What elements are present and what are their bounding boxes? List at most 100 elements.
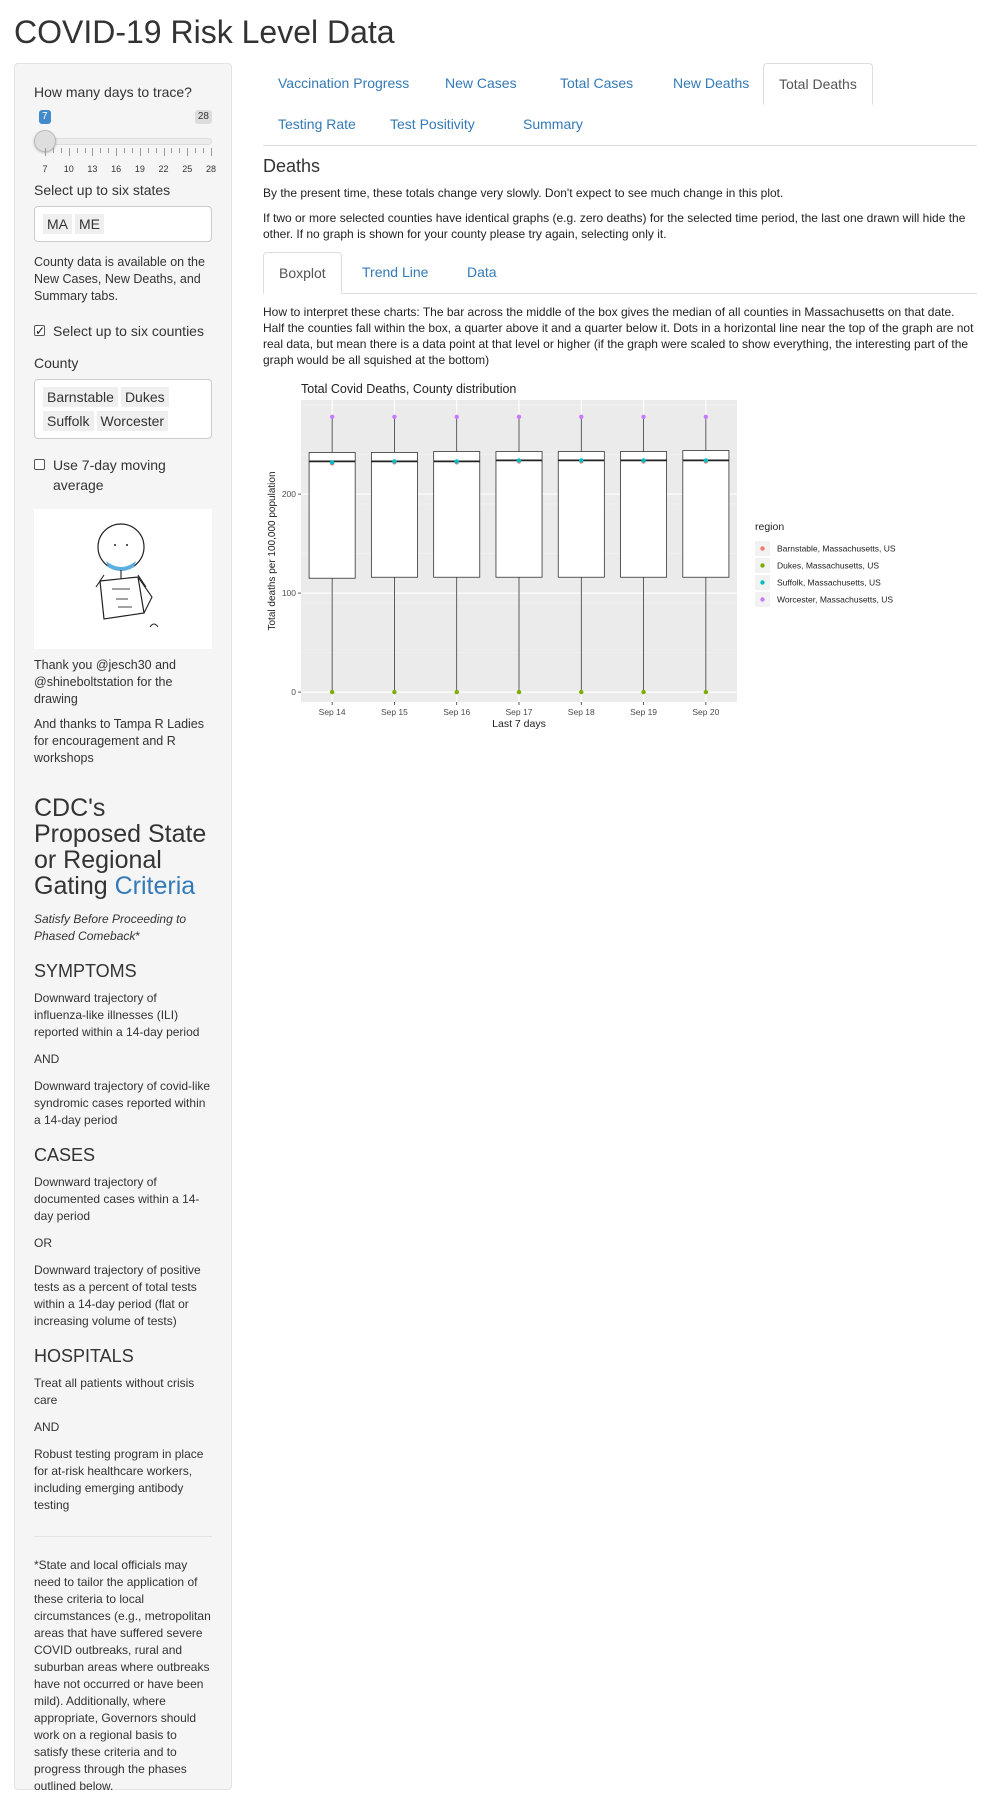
slider-tick-labels: 7 10 13 16 19 22 25 28 xyxy=(34,164,216,176)
slider-min-badge: 7 xyxy=(39,110,51,124)
state-chip[interactable]: ME xyxy=(75,214,104,234)
box xyxy=(620,451,668,578)
slider-tick xyxy=(76,148,78,153)
slider-tick-label: 25 xyxy=(182,164,193,174)
tab-new-deaths[interactable]: New Deaths xyxy=(658,63,764,103)
page-title: COVID-19 Risk Level Data xyxy=(14,14,395,50)
footnote: *State and local officials may need to t… xyxy=(34,1558,211,1793)
cases-criterion-2: Downward trajectory of positive tests as… xyxy=(34,1263,201,1328)
hospitals-criterion-2: Robust testing program in place for at-r… xyxy=(34,1447,204,1512)
data-point xyxy=(579,689,584,695)
legend-label: Worcester, Massachusetts, US xyxy=(777,595,893,605)
box xyxy=(308,452,356,579)
tab-total-cases[interactable]: Total Cases xyxy=(545,63,648,103)
data-point xyxy=(641,458,646,463)
box xyxy=(682,450,730,578)
tab-summary[interactable]: Summary xyxy=(508,104,598,144)
box xyxy=(370,452,418,578)
slider-tick-label: 16 xyxy=(111,164,122,174)
y-tick-label: 200 xyxy=(282,489,296,499)
slider-tick xyxy=(52,148,54,153)
tab-test-positivity[interactable]: Test Positivity xyxy=(375,104,490,144)
slider-tick xyxy=(131,148,133,153)
county-chip[interactable]: Suffolk xyxy=(43,411,94,431)
or-text: OR xyxy=(34,1236,52,1250)
slider-tick xyxy=(84,148,86,153)
tab-total-deaths[interactable]: Total Deaths xyxy=(763,63,873,105)
symptoms-heading: SYMPTOMS xyxy=(34,961,137,981)
cdc-subtitle-star: * xyxy=(135,929,141,943)
subtab-data[interactable]: Data xyxy=(452,252,512,292)
symptoms-criterion-2: Downward trajectory of covid-like syndro… xyxy=(34,1079,211,1127)
slider-tick-label: 7 xyxy=(42,164,48,174)
counties-checkbox-label: Select up to six counties xyxy=(53,323,204,339)
tab-new-cases[interactable]: New Cases xyxy=(430,63,532,103)
legend-marker xyxy=(760,597,765,602)
days-label: How many days to trace? xyxy=(34,84,192,100)
divider xyxy=(34,1536,212,1537)
county-chip[interactable]: Barnstable xyxy=(43,387,118,407)
tab-vaccination-progress[interactable]: Vaccination Progress xyxy=(263,63,424,103)
chart-subtabs: Boxplot Trend Line Data xyxy=(263,252,977,294)
data-point xyxy=(454,459,459,464)
slider-tick xyxy=(116,148,118,156)
county-chip[interactable]: Dukes xyxy=(120,387,169,407)
main-tabs: Vaccination Progress New Cases Total Cas… xyxy=(263,63,977,146)
box xyxy=(495,451,543,578)
days-slider[interactable]: 7 28 7 10 13 16 19 22 25 28 xyxy=(34,104,216,174)
y-axis-label: Total deaths per 100,000 population xyxy=(267,471,278,630)
tab-testing-rate[interactable]: Testing Rate xyxy=(263,104,371,144)
x-tick-label: Sep 15 xyxy=(381,707,408,717)
data-point xyxy=(703,414,709,420)
slider-tick-label: 10 xyxy=(63,164,74,174)
county-chip[interactable]: Worcester xyxy=(96,411,169,431)
data-point xyxy=(641,689,646,695)
moving-average-checkbox[interactable] xyxy=(34,459,45,470)
slider-max-badge: 28 xyxy=(194,110,212,124)
counties-checkbox[interactable] xyxy=(34,321,45,341)
slider-tick xyxy=(155,148,157,153)
sidebar-panel: How many days to trace? 7 28 7 10 13 16 19 22… xyxy=(14,63,232,1793)
and-text: AND xyxy=(34,1052,60,1066)
subtab-boxplot[interactable]: Boxplot xyxy=(263,252,342,294)
slider-tick xyxy=(108,148,110,153)
moving-average-row[interactable]: Use 7-day moving average xyxy=(34,455,212,495)
hospitals-criterion-1: Treat all patients without crisis care xyxy=(34,1376,195,1407)
deaths-note-text: If two or more selected counties have id… xyxy=(263,211,966,241)
state-chip[interactable]: MA xyxy=(43,214,72,234)
y-tick-label: 100 xyxy=(282,588,296,598)
x-tick-label: Sep 14 xyxy=(319,707,346,717)
data-point xyxy=(641,414,646,420)
deaths-intro-text: By the present time, these totals change… xyxy=(263,186,784,200)
legend-label: Dukes, Massachusetts, US xyxy=(777,561,879,571)
cdc-subtitle-text: Satisfy Before Proceeding to Phased Come… xyxy=(34,912,187,943)
states-select[interactable]: MA ME xyxy=(34,206,212,242)
county-help-text: County data is available on the New Case… xyxy=(34,255,205,303)
section-heading: Deaths xyxy=(263,156,321,176)
x-tick-label: Sep 16 xyxy=(443,707,470,717)
slider-tick xyxy=(92,148,94,156)
subtab-trend-line[interactable]: Trend Line xyxy=(347,252,443,292)
x-tick-label: Sep 18 xyxy=(568,707,595,717)
slider-tick xyxy=(163,148,165,156)
moving-average-label: Use 7-day moving average xyxy=(53,457,166,493)
cases-criterion-1: Downward trajectory of documented cases … xyxy=(34,1175,200,1223)
team-science-drawing-svg xyxy=(95,523,159,628)
county-select[interactable]: Barnstable Dukes Suffolk Worcester xyxy=(34,379,212,439)
chart-title: Total Covid Deaths, County distribution xyxy=(301,382,516,396)
data-point xyxy=(579,458,584,463)
states-label: Select up to six states xyxy=(34,182,171,198)
data-point xyxy=(392,689,397,695)
county-label: County xyxy=(34,355,79,371)
slider-track[interactable] xyxy=(42,138,212,145)
slider-tick xyxy=(139,148,141,156)
slider-tick xyxy=(187,148,189,156)
criteria-link[interactable]: Criteria xyxy=(115,872,196,900)
counties-checkbox-row[interactable]: Select up to six counties xyxy=(34,321,212,341)
hospitals-heading: HOSPITALS xyxy=(34,1346,134,1366)
interpretation-text: How to interpret these charts: The bar a… xyxy=(263,305,974,367)
data-point xyxy=(392,459,397,464)
slider-tick xyxy=(179,148,181,153)
slider-tick xyxy=(171,148,173,153)
slider-tick-label: 22 xyxy=(158,164,169,174)
